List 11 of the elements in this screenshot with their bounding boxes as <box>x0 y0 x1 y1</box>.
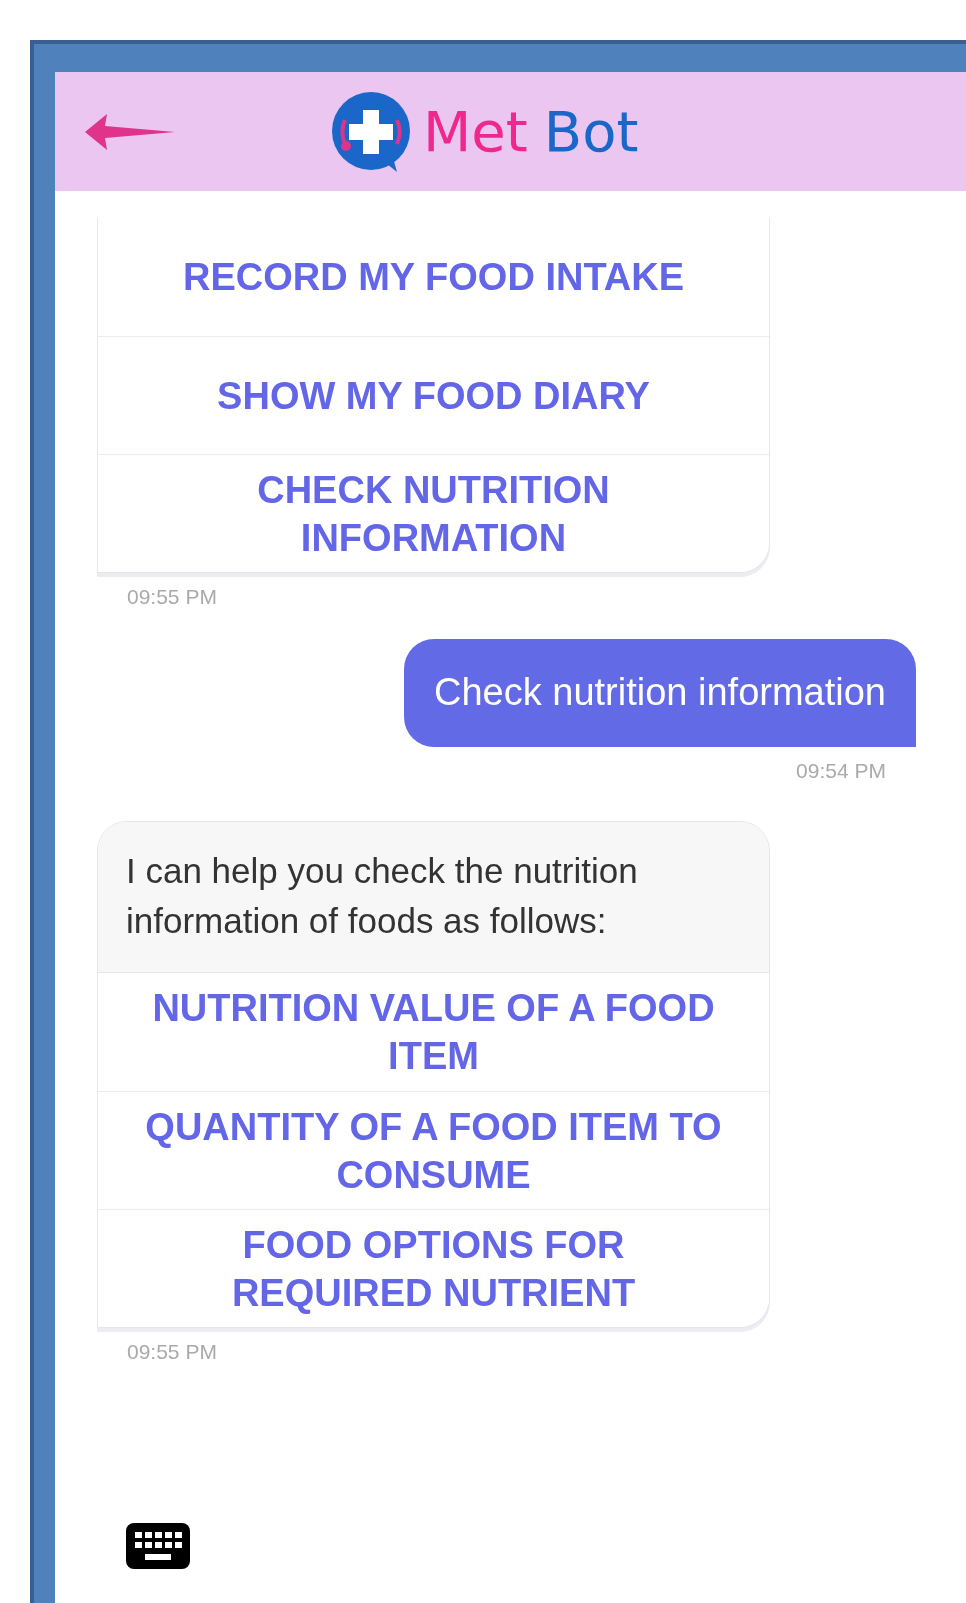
option-button[interactable]: CHECK NUTRITION INFORMATION <box>98 454 769 572</box>
timestamp: 09:54 PM <box>796 759 886 783</box>
timestamp: 09:55 PM <box>127 1340 217 1364</box>
logo-icon <box>329 89 413 174</box>
keyboard-icon[interactable] <box>126 1523 190 1569</box>
app-title: Met <box>423 97 528 166</box>
app-title: Bot <box>543 97 639 166</box>
message-bubble: Check nutrition information <box>404 639 916 747</box>
timestamp: 09:55 PM <box>127 585 217 609</box>
option-button[interactable]: FOOD OPTIONS FOR REQUIRED NUTRIENT <box>98 1209 769 1327</box>
message-text: I can help you check the nutrition information of foods as follows: <box>98 822 769 973</box>
